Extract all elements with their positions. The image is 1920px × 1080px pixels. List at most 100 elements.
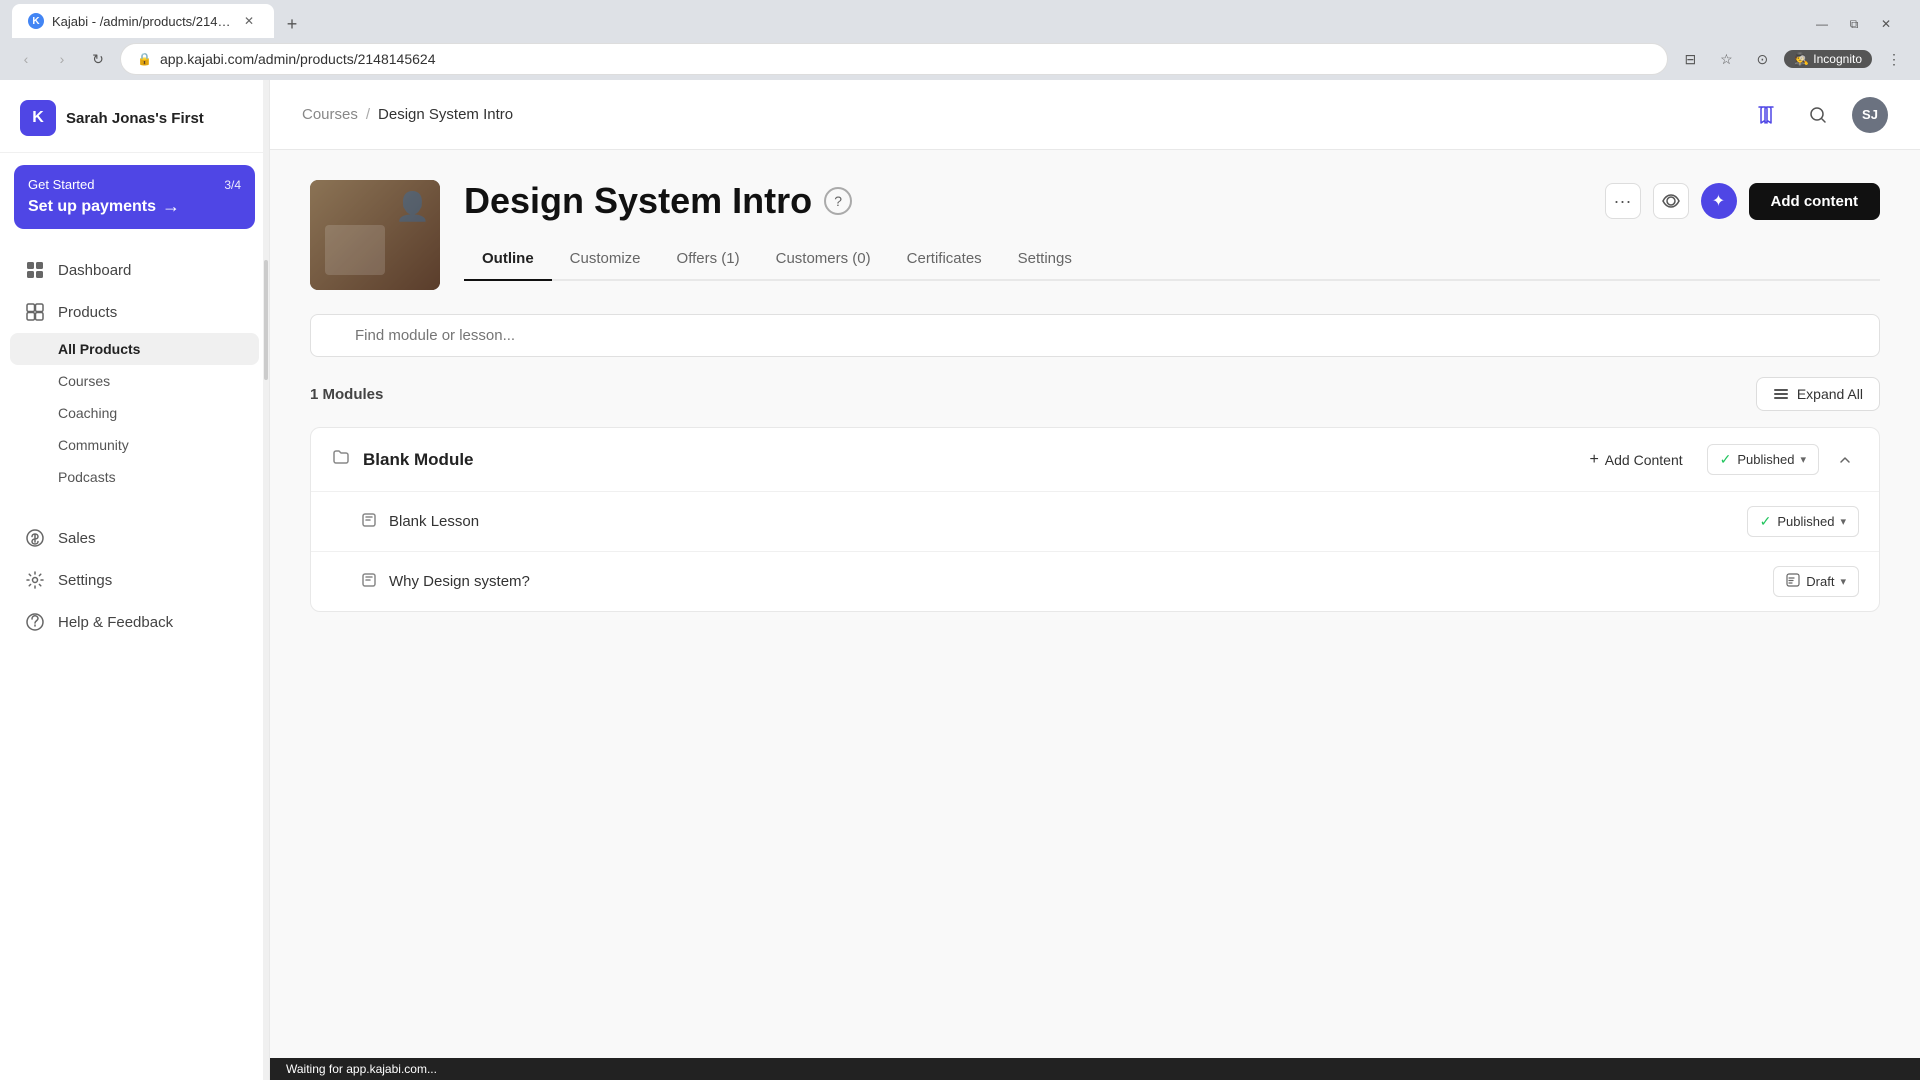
- close-window-button[interactable]: ✕: [1872, 10, 1900, 38]
- dashboard-icon: [24, 259, 46, 281]
- chevron-down-icon-draft: ▾: [1840, 575, 1846, 588]
- lesson-published-badge[interactable]: ✓ Published ▾: [1747, 506, 1859, 537]
- sidebar-item-products[interactable]: Products: [10, 291, 259, 333]
- lesson-icon: [361, 512, 377, 532]
- user-avatar[interactable]: SJ: [1852, 97, 1888, 133]
- course-info: Design System Intro ? ··· ✦ Add content: [464, 180, 1880, 281]
- sidebar-item-courses[interactable]: Courses: [10, 365, 259, 397]
- promo-label: Get Started: [28, 177, 94, 192]
- sidebar-item-label-help: Help & Feedback: [58, 614, 173, 631]
- search-icon-button[interactable]: [1800, 97, 1836, 133]
- sidebar-item-settings[interactable]: Settings: [10, 559, 259, 601]
- lesson-draft-badge[interactable]: Draft ▾: [1773, 566, 1859, 597]
- address-bar[interactable]: 🔒 app.kajabi.com/admin/products/21481456…: [120, 43, 1668, 75]
- breadcrumb-separator: /: [366, 106, 370, 123]
- sidebar-item-coaching[interactable]: Coaching: [10, 397, 259, 429]
- help-icon: [24, 611, 46, 633]
- logo-icon: K: [20, 100, 56, 136]
- course-tabs: Outline Customize Offers (1) Customers (…: [464, 238, 1880, 281]
- active-browser-tab[interactable]: K Kajabi - /admin/products/21481... ✕: [12, 4, 274, 38]
- plus-icon: +: [1589, 451, 1598, 469]
- chevron-down-icon: ▾: [1800, 453, 1806, 466]
- close-tab-button[interactable]: ✕: [240, 12, 258, 30]
- promo-banner[interactable]: Get Started 3/4 Set up payments →: [14, 165, 255, 229]
- ai-button[interactable]: ✦: [1701, 183, 1737, 219]
- course-area: 👤 Design System Intro ? ··· ✦: [270, 150, 1920, 1058]
- collapse-module-button[interactable]: [1831, 446, 1859, 474]
- expand-all-label: Expand All: [1797, 386, 1863, 402]
- tab-customers[interactable]: Customers (0): [758, 238, 889, 279]
- course-thumbnail: 👤: [310, 180, 440, 290]
- chevron-down-icon-lesson: ▾: [1840, 515, 1846, 528]
- lesson-draft-label: Draft: [1806, 574, 1834, 589]
- promo-arrow-icon: →: [162, 196, 180, 217]
- incognito-label: Incognito: [1813, 52, 1862, 66]
- course-help-icon[interactable]: ?: [824, 187, 852, 215]
- tab-title: Kajabi - /admin/products/21481...: [52, 14, 232, 29]
- search-input[interactable]: [310, 314, 1880, 357]
- lesson-item: Blank Lesson ✓ Published ▾: [311, 491, 1879, 551]
- more-browser-button[interactable]: ⋮: [1880, 45, 1908, 73]
- sidebar-item-all-products[interactable]: All Products: [10, 333, 259, 365]
- sidebar-item-podcasts[interactable]: Podcasts: [10, 461, 259, 493]
- bookmark-button[interactable]: ☆: [1712, 45, 1740, 73]
- course-title: Design System Intro: [464, 180, 812, 222]
- check-icon: ✓: [1720, 451, 1732, 468]
- lesson-actions-2: Draft ▾: [1773, 566, 1859, 597]
- lesson-icon-2: [361, 572, 377, 592]
- tab-customize[interactable]: Customize: [552, 238, 659, 279]
- back-button[interactable]: ‹: [12, 45, 40, 73]
- url-text: app.kajabi.com/admin/products/2148145624: [160, 51, 436, 67]
- lesson-title-why: Why Design system?: [389, 573, 1761, 590]
- top-header: Courses / Design System Intro SJ: [270, 80, 1920, 150]
- module-header: Blank Module + Add Content ✓ Published ▾: [311, 428, 1879, 491]
- add-content-module-button[interactable]: + Add Content: [1577, 445, 1694, 475]
- sidebar-item-label-dashboard: Dashboard: [58, 262, 131, 279]
- course-header: 👤 Design System Intro ? ··· ✦: [310, 180, 1880, 290]
- sidebar-scroll-thumb: [264, 260, 268, 380]
- status-bar: Waiting for app.kajabi.com...: [270, 1058, 1920, 1080]
- module-card: Blank Module + Add Content ✓ Published ▾: [310, 427, 1880, 612]
- lesson-status-label: Published: [1777, 514, 1834, 529]
- add-content-header-button[interactable]: Add content: [1749, 183, 1881, 220]
- sidebar-item-community[interactable]: Community: [10, 429, 259, 461]
- module-actions: + Add Content ✓ Published ▾: [1577, 444, 1859, 475]
- status-text: Waiting for app.kajabi.com...: [286, 1062, 437, 1076]
- sidebar-item-help[interactable]: Help & Feedback: [10, 601, 259, 643]
- more-options-button[interactable]: ···: [1605, 183, 1641, 219]
- minimize-button[interactable]: —: [1808, 10, 1836, 38]
- add-content-module-label: Add Content: [1605, 452, 1683, 468]
- products-icon: [24, 301, 46, 323]
- tab-favicon: K: [28, 13, 44, 29]
- module-title: Blank Module: [363, 450, 1565, 470]
- tab-outline[interactable]: Outline: [464, 238, 552, 279]
- course-header-actions: ··· ✦ Add content: [1605, 183, 1881, 220]
- promo-text: Set up payments →: [28, 196, 241, 217]
- promo-badge: 3/4: [224, 178, 241, 192]
- course-title-row: Design System Intro ? ··· ✦ Add content: [464, 180, 1880, 222]
- modules-header: 1 Modules Expand All: [310, 377, 1880, 411]
- book-icon-button[interactable]: [1748, 97, 1784, 133]
- tab-settings[interactable]: Settings: [1000, 238, 1090, 279]
- lesson-item-2: Why Design system? Draft ▾: [311, 551, 1879, 611]
- incognito-badge: 🕵 Incognito: [1784, 50, 1872, 68]
- cast-button[interactable]: ⊟: [1676, 45, 1704, 73]
- view-button[interactable]: [1653, 183, 1689, 219]
- sidebar-item-dashboard[interactable]: Dashboard: [10, 249, 259, 291]
- profile-button[interactable]: ⊙: [1748, 45, 1776, 73]
- new-tab-button[interactable]: +: [278, 10, 306, 38]
- reload-button[interactable]: ↻: [84, 45, 112, 73]
- expand-all-button[interactable]: Expand All: [1756, 377, 1880, 411]
- tab-offers[interactable]: Offers (1): [659, 238, 758, 279]
- sidebar-item-sales[interactable]: Sales: [10, 517, 259, 559]
- forward-button[interactable]: ›: [48, 45, 76, 73]
- sidebar-item-label-sales: Sales: [58, 530, 96, 547]
- breadcrumb-current: Design System Intro: [378, 106, 513, 123]
- maximize-button[interactable]: ⧉: [1840, 10, 1868, 38]
- sidebar-item-label-products: Products: [58, 304, 117, 321]
- check-icon-lesson: ✓: [1760, 513, 1772, 530]
- tab-certificates[interactable]: Certificates: [889, 238, 1000, 279]
- module-published-badge[interactable]: ✓ Published ▾: [1707, 444, 1819, 475]
- sidebar-scrollbar[interactable]: [263, 80, 269, 1080]
- breadcrumb-parent[interactable]: Courses: [302, 106, 358, 123]
